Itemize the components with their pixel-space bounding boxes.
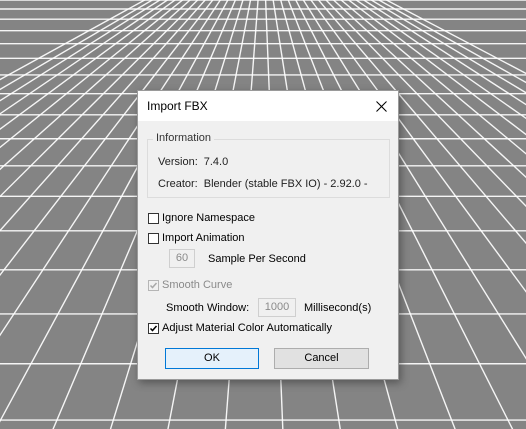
close-button[interactable]: [364, 91, 398, 121]
creator-label: Creator:: [158, 178, 198, 190]
version-value: 7.4.0: [203, 156, 229, 168]
adjust-material-color-label: Adjust Material Color Automatically: [162, 322, 332, 334]
close-icon: [375, 100, 387, 112]
smooth-window-unit: Millisecond(s): [304, 302, 372, 314]
import-animation-box[interactable]: [148, 232, 159, 244]
cancel-button[interactable]: Cancel: [274, 348, 369, 369]
dialog-title: Import FBX: [147, 99, 208, 113]
dialog-titlebar[interactable]: Import FBX: [138, 91, 398, 121]
version-row: Version: 7.4.0: [158, 156, 228, 168]
smooth-window-label: Smooth Window:: [166, 302, 250, 314]
smooth-curve-box[interactable]: [148, 279, 159, 291]
ignore-namespace-checkbox[interactable]: Ignore Namespace: [148, 212, 255, 224]
creator-value: Blender (stable FBX IO) - 2.92.0 -: [203, 178, 368, 190]
import-animation-label: Import Animation: [162, 232, 245, 244]
information-legend: Information: [153, 132, 215, 144]
adjust-material-color-checkbox[interactable]: Adjust Material Color Automatically: [148, 322, 332, 334]
smooth-curve-checkbox[interactable]: Smooth Curve: [148, 279, 232, 291]
checkmark-icon: [149, 325, 158, 332]
sample-per-second-input[interactable]: 60: [169, 249, 195, 268]
import-animation-checkbox[interactable]: Import Animation: [148, 232, 245, 244]
adjust-material-color-box[interactable]: [148, 322, 159, 334]
ignore-namespace-box[interactable]: [148, 212, 159, 224]
ok-button[interactable]: OK: [165, 348, 259, 369]
version-label: Version:: [158, 156, 198, 168]
ignore-namespace-label: Ignore Namespace: [162, 212, 255, 224]
sample-per-second-label: Sample Per Second: [208, 253, 306, 265]
import-fbx-dialog: Import FBX Information Version: 7.4.0 Cre…: [137, 90, 399, 380]
creator-row: Creator: Blender (stable FBX IO) - 2.92.0…: [158, 178, 368, 190]
smooth-curve-label: Smooth Curve: [162, 279, 233, 291]
smooth-window-input[interactable]: 1000: [258, 298, 296, 317]
checkmark-icon: [149, 282, 158, 289]
information-group: Information Version: 7.4.0 Creator: Blende…: [147, 132, 390, 198]
